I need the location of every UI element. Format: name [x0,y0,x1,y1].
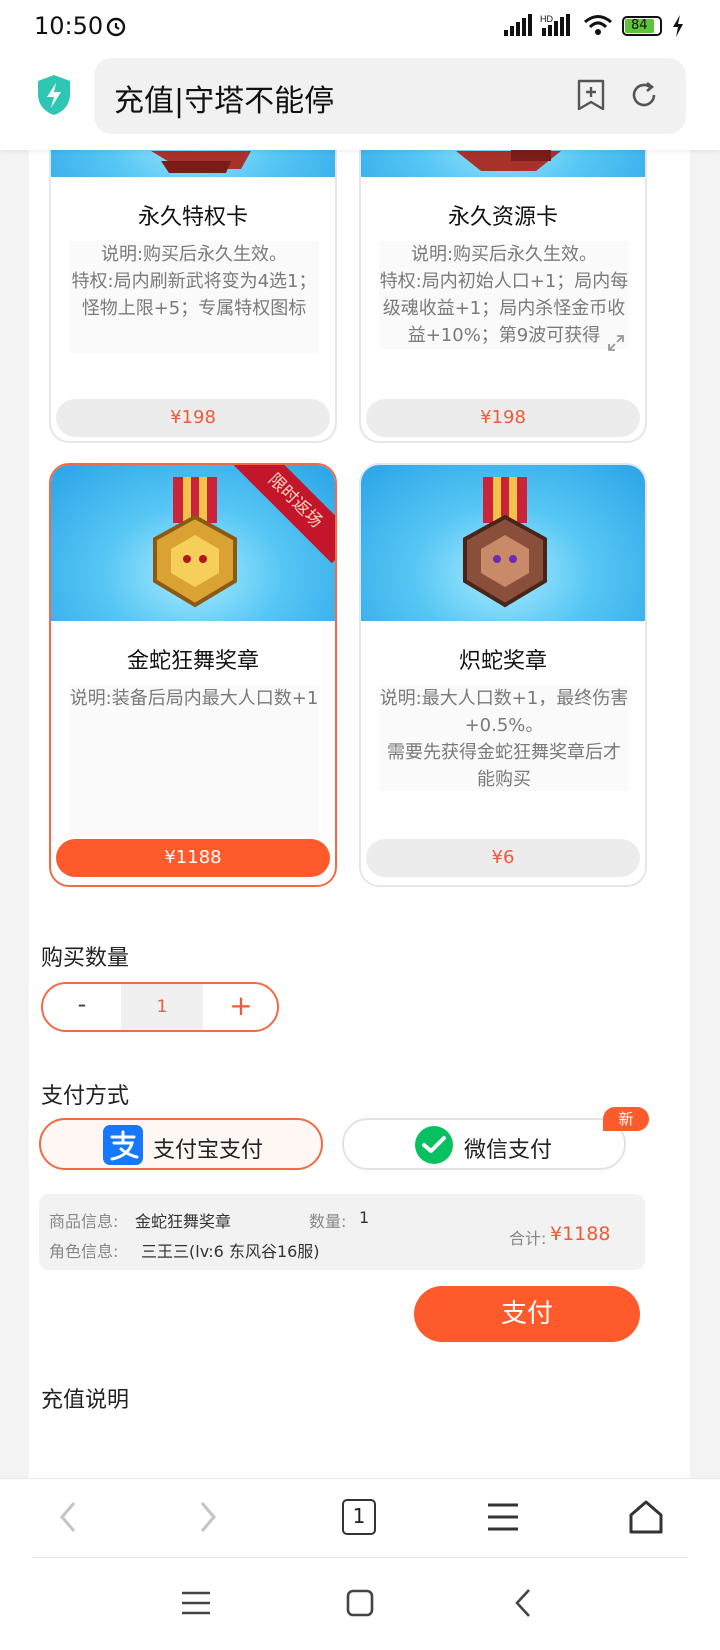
product-title: 永久资源卡 [447,205,558,230]
quantity-info-label: 数量: [309,1212,347,1231]
product-card-blaze-snake-medal[interactable]: 炽蛇奖章 说明:最大人口数+1，最终伤害+0.5%。 需要先获得金蛇狂舞奖章后才… [359,463,647,887]
product-image [361,465,645,621]
product-card-privilege[interactable]: 永久特权卡 说明:购买后永久生效。 特权:局内刷新武将变为4选1；怪物上限+5；… [49,150,337,443]
charging-icon [673,15,683,37]
increase-button[interactable]: + [203,984,277,1030]
alipay-label: 支付宝支付 [153,1138,264,1163]
battery-indicator: 84 [622,16,662,36]
product-image: 限时返场 [51,465,335,621]
product-title: 金蛇狂舞奖章 [126,649,259,674]
shield-icon[interactable] [36,74,72,116]
refresh-icon[interactable] [628,79,660,111]
wifi-icon [584,15,612,35]
signal-icon [504,14,532,36]
signal-hd-icon: HD [540,14,570,36]
product-image [361,150,645,177]
add-bookmark-icon[interactable] [576,78,606,112]
order-summary: 商品信息: 金蛇狂舞奖章 数量: 1 角色信息: 三王三(lv:6 东风谷16服… [39,1194,645,1270]
recent-apps-icon[interactable] [182,1590,210,1616]
home-nav-icon[interactable] [346,1589,374,1617]
status-time: 10:50 [34,12,104,40]
payment-method-label: 支付方式 [41,1084,130,1109]
browser-address-bar: 充值|守塔不能停 [0,52,720,150]
url-field[interactable]: 充值|守塔不能停 [94,58,686,134]
battery-level: 84 [625,19,654,33]
role-info-value: 三王三(lv:6 东风谷16服) [141,1242,320,1261]
price-button[interactable]: ¥1188 [56,839,330,877]
price-button[interactable]: ¥198 [366,399,640,437]
product-title: 永久特权卡 [137,205,248,230]
wechat-pay-option[interactable]: 微信支付 [342,1118,626,1170]
product-image [51,150,335,177]
alipay-option[interactable]: 支付宝支付 [39,1118,323,1170]
wechat-pay-label: 微信支付 [464,1138,553,1163]
product-info-value: 金蛇狂舞奖章 [135,1212,232,1231]
new-badge: 新 [603,1107,649,1131]
recharge-instructions-title: 充值说明 [41,1388,130,1413]
quantity-stepper: - 1 + [41,982,279,1032]
product-description: 说明:购买后永久生效。 特权:局内刷新武将变为4选1；怪物上限+5；专属特权图标 [69,241,319,353]
product-description: 说明:装备后局内最大人口数+1 [69,685,319,837]
system-navigation-bar [0,1558,720,1650]
tabs-button[interactable]: 1 [342,1499,376,1535]
home-icon[interactable] [628,1499,664,1535]
product-description: 说明:最大人口数+1，最终伤害+0.5%。 需要先获得金蛇狂舞奖章后才能购买 [379,685,629,791]
alarm-icon [106,17,126,37]
product-info-label: 商品信息: [49,1212,119,1231]
browser-toolbar: 1 [0,1478,720,1558]
forward-icon[interactable] [196,1499,220,1535]
svg-text:HD: HD [540,14,553,24]
quantity-label: 购买数量 [41,946,130,971]
product-title: 炽蛇奖章 [458,649,547,674]
pay-button[interactable]: 支付 [414,1286,640,1342]
decrease-button[interactable]: - [43,984,121,1030]
total-label: 合计: [509,1229,547,1248]
page-title: 充值|守塔不能停 [114,84,335,119]
status-bar: 10:50 HD 84 [0,0,720,52]
alipay-icon [103,1125,143,1165]
price-button[interactable]: ¥6 [366,839,640,877]
product-description: 说明:购买后永久生效。 特权:局内初始人口+1；局内每级魂收益+1；局内杀怪金币… [379,241,629,349]
quantity-info-value: 1 [359,1208,370,1227]
role-info-label: 角色信息: [49,1242,119,1261]
expand-icon[interactable] [607,334,625,352]
product-card-resource[interactable]: 永久资源卡 说明:购买后永久生效。 特权:局内初始人口+1；局内每级魂收益+1；… [359,150,647,443]
total-value: ¥1188 [550,1223,611,1245]
product-card-golden-snake-medal[interactable]: 限时返场 金蛇狂舞奖章 说明:装备后局内最大人口数+1 ¥1188 [49,463,337,887]
price-button[interactable]: ¥198 [56,399,330,437]
back-nav-icon[interactable] [514,1588,532,1618]
quantity-value[interactable]: 1 [121,984,203,1030]
menu-icon[interactable] [486,1499,520,1535]
recharge-page: 永久特权卡 说明:购买后永久生效。 特权:局内刷新武将变为4选1；怪物上限+5；… [29,150,690,1478]
wechat-pay-icon [415,1126,453,1164]
back-icon[interactable] [56,1499,80,1535]
